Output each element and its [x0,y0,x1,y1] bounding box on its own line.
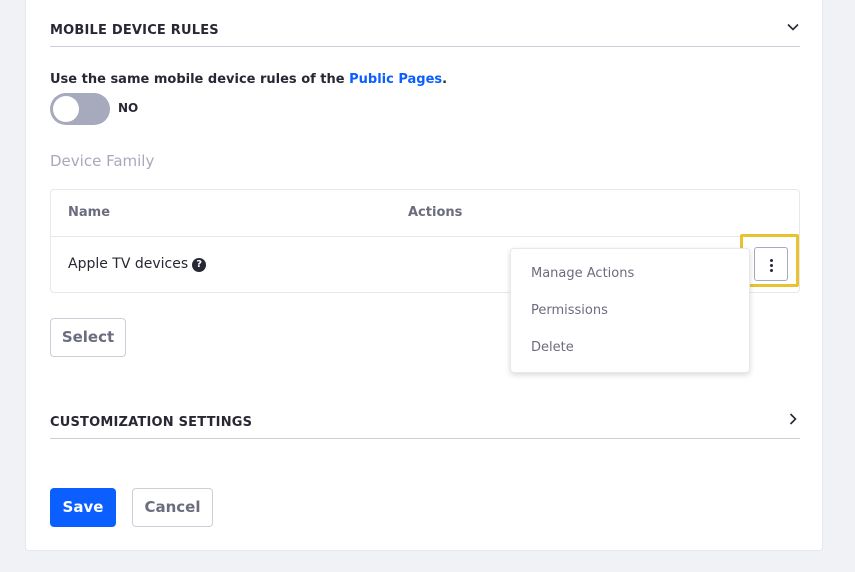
device-family-label: Device Family [50,152,155,170]
same-rules-toggle[interactable] [50,93,110,125]
toggle-state-label: NO [118,101,139,115]
help-icon[interactable]: ? [192,258,207,272]
actions-dropdown-menu: Manage Actions Permissions Delete [510,248,750,373]
section-title: CUSTOMIZATION SETTINGS [50,415,253,430]
customization-settings-header[interactable]: CUSTOMIZATION SETTINGS [50,408,800,439]
device-name: Apple TV devices [68,256,189,272]
menu-item-delete[interactable]: Delete [531,340,574,355]
menu-item-manage-actions[interactable]: Manage Actions [531,266,634,281]
same-rules-prefix: Use the same mobile device rules of the [50,72,350,87]
kebab-dot [770,269,773,272]
cancel-button[interactable]: Cancel [132,488,213,527]
section-title: MOBILE DEVICE RULES [50,23,219,38]
kebab-vertical-icon[interactable] [754,247,788,281]
kebab-dot [770,264,773,267]
mobile-device-rules-header[interactable]: MOBILE DEVICE RULES [50,16,800,47]
column-header-actions: Actions [408,205,463,220]
select-button[interactable]: Select [50,318,126,357]
chevron-right-icon[interactable] [786,412,800,426]
toggle-knob [53,96,79,122]
save-button[interactable]: Save [50,488,116,527]
same-rules-text: Use the same mobile device rules of the … [50,72,447,87]
column-header-name: Name [68,205,111,220]
table-row: Apple TV devices? [68,256,207,272]
chevron-down-icon[interactable] [786,20,800,34]
row-divider [51,236,799,237]
menu-item-permissions[interactable]: Permissions [531,303,608,318]
kebab-dot [770,259,773,262]
same-rules-suffix: . [442,72,448,87]
public-pages-link[interactable]: Public Pages [349,72,442,87]
